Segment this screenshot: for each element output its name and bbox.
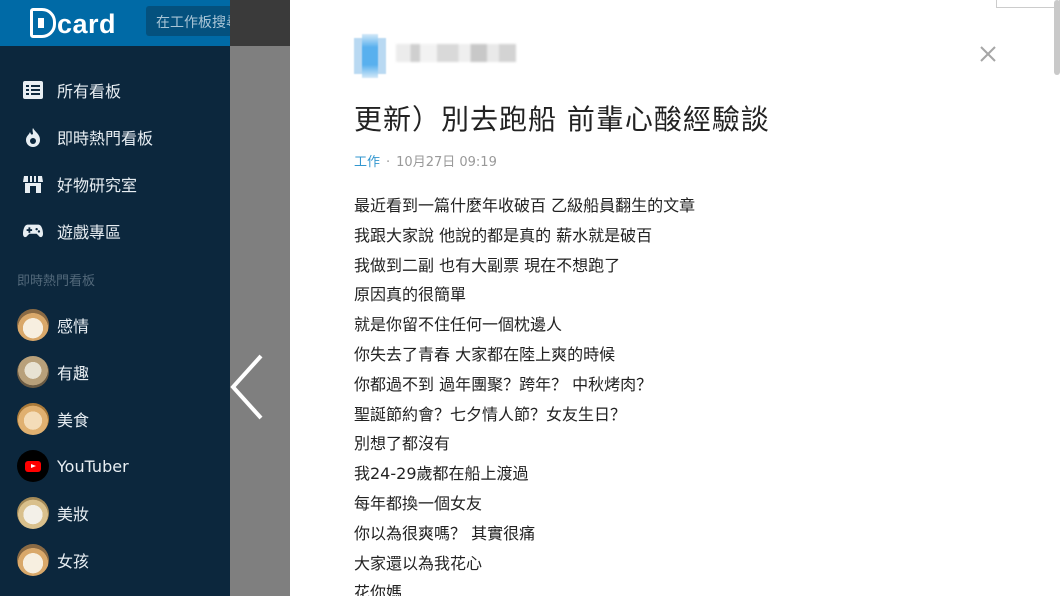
overlay-backdrop-top <box>230 0 290 46</box>
sidebar-item-food[interactable]: 美食 <box>0 399 230 439</box>
body-line: 你以為很爽嗎？ 其實很痛 <box>354 523 536 543</box>
sidebar-item-girl[interactable]: 女孩 <box>0 540 230 580</box>
dog-avatar-icon <box>17 544 49 576</box>
sidebar: 所有看板 即時熱門看板 好物研究室 遊戲專區 即時熱門看板 感情 有趣 美食 Y… <box>0 46 230 596</box>
dog-avatar-icon <box>17 309 49 341</box>
overlay-backdrop[interactable] <box>230 46 290 596</box>
sidebar-item-label: 女孩 <box>57 552 90 571</box>
dog-avatar-icon <box>17 497 49 529</box>
post-timestamp: 10月27日 09:19 <box>396 155 497 170</box>
body-line: 每年都換一個女友 <box>354 493 483 513</box>
body-line: 我24-29歲都在船上渡過 <box>354 464 529 484</box>
gamepad-icon <box>23 221 43 241</box>
sidebar-item-label: 遊戲專區 <box>57 223 122 242</box>
meta-separator: · <box>386 155 391 170</box>
body-line: 花你媽 <box>354 583 403 596</box>
sidebar-item-makeup[interactable]: 美妝 <box>0 493 230 533</box>
body-line: 聖誕節約會？七夕情人節？女友生日？ <box>354 404 627 424</box>
dcard-logo-mark-icon <box>30 8 56 38</box>
scrollbar[interactable] <box>1054 0 1060 75</box>
body-line: 我做到二副 也有大副票 現在不想跑了 <box>354 255 621 275</box>
body-line: 我跟大家說 他說的都是真的 薪水就是破百 <box>354 225 653 245</box>
body-line: 你都過不到 過年團聚？跨年？ 中秋烤肉？ <box>354 374 653 394</box>
flame-icon <box>23 127 43 147</box>
sidebar-item-label: 好物研究室 <box>57 176 138 195</box>
body-line: 就是你留不住任何一個枕邊人 <box>354 315 563 335</box>
body-line: 最近看到一篇什麼年收破百 乙級船員翻生的文章 <box>354 196 696 215</box>
dcard-logo[interactable]: card <box>30 6 116 40</box>
author-avatar <box>354 34 386 78</box>
hot-boards-heading: 即時熱門看板 <box>17 274 96 289</box>
top-right-box <box>996 0 1060 8</box>
board-link[interactable]: 工作 <box>354 155 380 170</box>
article-panel: 更新）別去跑船 前輩心酸經驗談 工作 · 10月27日 09:19 最近看到一篇什麼… <box>290 0 1060 596</box>
sidebar-item-games[interactable]: 遊戲專區 <box>0 211 230 251</box>
body-line: 別想了都沒有 <box>354 434 451 454</box>
dog-avatar-icon <box>17 403 49 435</box>
sidebar-item-label: 美食 <box>57 411 90 430</box>
sidebar-item-label: 所有看板 <box>57 82 122 101</box>
body-line: 大家還以為我花心 <box>354 553 483 573</box>
sidebar-item-hot-boards[interactable]: 即時熱門看板 <box>0 117 230 157</box>
list-icon <box>23 80 43 100</box>
article-body: 最近看到一篇什麼年收破百 乙級船員翻生的文章 我跟大家說 他說的都是真的 薪水就… <box>354 191 695 596</box>
youtube-icon <box>17 450 49 482</box>
author-name-blurred <box>396 44 516 62</box>
sidebar-item-label: YouTuber <box>57 456 129 476</box>
sidebar-item-youtuber[interactable]: YouTuber <box>0 446 230 486</box>
dog-avatar-icon <box>17 356 49 388</box>
previous-post-arrow-icon[interactable] <box>227 352 267 422</box>
sidebar-item-funny[interactable]: 有趣 <box>0 352 230 392</box>
sidebar-item-label: 感情 <box>57 317 90 336</box>
sidebar-item-all-boards[interactable]: 所有看板 <box>0 70 230 110</box>
article-title: 更新）別去跑船 前輩心酸經驗談 <box>354 103 770 136</box>
sidebar-item-label: 美妝 <box>57 505 90 524</box>
body-line: 原因真的很簡單 <box>354 285 467 305</box>
sidebar-item-relationship[interactable]: 感情 <box>0 305 230 345</box>
sidebar-item-label: 有趣 <box>57 364 90 383</box>
article-meta: 工作 · 10月27日 09:19 <box>354 151 497 170</box>
sidebar-item-goods-lab[interactable]: 好物研究室 <box>0 164 230 204</box>
logo-text: card <box>57 9 117 39</box>
sidebar-item-label: 即時熱門看板 <box>57 129 154 148</box>
close-icon[interactable] <box>978 44 998 64</box>
body-line: 你失去了青春 大家都在陸上爽的時候 <box>354 344 616 364</box>
store-icon <box>23 174 43 194</box>
